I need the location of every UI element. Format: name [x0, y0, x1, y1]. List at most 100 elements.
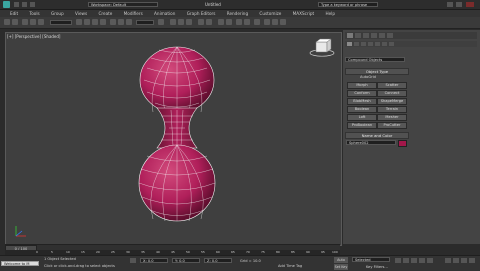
boolean-button[interactable]: Boolean	[347, 106, 377, 113]
procutter-button[interactable]: ProCutter	[377, 122, 407, 129]
menu-rendering[interactable]: Rendering	[227, 11, 248, 16]
open-file-icon[interactable]	[22, 2, 27, 7]
window-crossing-icon[interactable]	[100, 19, 106, 25]
play-icon[interactable]	[411, 258, 417, 263]
viewport-scene[interactable]	[5, 32, 340, 244]
layer-manager-icon[interactable]	[218, 19, 224, 25]
select-object-icon[interactable]	[76, 19, 82, 25]
menu-graph-editors[interactable]: Graph Editors	[187, 11, 216, 16]
menu-animation[interactable]: Animation	[154, 11, 175, 16]
workspace-select[interactable]: Workspace: Default	[88, 2, 158, 7]
bind-space-warp-icon[interactable]	[38, 19, 44, 25]
pivot-icon[interactable]	[158, 19, 164, 25]
redo-icon[interactable]	[12, 19, 18, 25]
rectangle-selection-icon[interactable]	[92, 19, 98, 25]
morph-button[interactable]: Morph	[347, 82, 377, 89]
neck-connector[interactable]	[156, 107, 198, 149]
autogrid-checkbox[interactable]: AutoGrid	[360, 75, 376, 79]
menu-create[interactable]: Create	[98, 11, 112, 16]
previous-frame-icon[interactable]	[403, 258, 409, 263]
selection-set-dropdown[interactable]: Selected	[352, 257, 390, 262]
key-filters-button[interactable]: Key Filters...	[366, 265, 388, 269]
new-file-icon[interactable]	[14, 2, 19, 7]
percent-snap-icon[interactable]	[186, 19, 192, 25]
menu-group[interactable]: Group	[51, 11, 64, 16]
hierarchy-tab-icon[interactable]	[363, 33, 369, 38]
maximize-icon[interactable]	[456, 2, 462, 7]
y-coordinate-field[interactable]: Y: 0.0	[172, 258, 200, 263]
object-color-swatch[interactable]	[398, 140, 407, 147]
menu-customize[interactable]: Customize	[259, 11, 281, 16]
connect-button[interactable]: Connect	[377, 90, 407, 97]
align-icon[interactable]	[206, 19, 212, 25]
viewcube-icon[interactable]	[309, 38, 335, 57]
menu-modifiers[interactable]: Modifiers	[124, 11, 143, 16]
scatter-button[interactable]: Scatter	[377, 82, 407, 89]
selection-filter[interactable]	[50, 20, 72, 25]
cameras-icon[interactable]	[368, 42, 373, 46]
bottom-sphere[interactable]	[138, 144, 216, 222]
graphite-ribbon-icon[interactable]	[226, 19, 232, 25]
helpers-icon[interactable]	[375, 42, 380, 46]
search-input[interactable]: Type a keyword or phrase	[318, 2, 378, 7]
lights-icon[interactable]	[361, 42, 366, 46]
blobmesh-button[interactable]: BlobMesh	[347, 98, 377, 105]
menu-maxscript[interactable]: MAXScript	[293, 11, 315, 16]
systems-icon[interactable]	[389, 42, 394, 46]
unlink-icon[interactable]	[30, 19, 36, 25]
scale-icon[interactable]	[126, 19, 132, 25]
app-logo-icon[interactable]	[3, 1, 10, 8]
snaps-toggle-icon[interactable]	[170, 19, 176, 25]
auto-key-button[interactable]: Auto Key	[334, 257, 348, 268]
go-to-start-icon[interactable]	[395, 258, 401, 263]
modify-tab-icon[interactable]	[355, 33, 361, 38]
zoom-all-icon[interactable]	[453, 258, 459, 263]
menu-edit[interactable]: Edit	[10, 11, 18, 16]
x-coordinate-field[interactable]: X: 0.0	[140, 258, 168, 263]
lock-selection-icon[interactable]	[130, 258, 136, 263]
conform-button[interactable]: Conform	[347, 90, 377, 97]
undo-icon[interactable]	[4, 19, 10, 25]
schematic-view-icon[interactable]	[244, 19, 250, 25]
z-coordinate-field[interactable]: Z: 0.0	[204, 258, 232, 263]
link-icon[interactable]	[22, 19, 28, 25]
object-name-field[interactable]: Sphere002	[346, 140, 396, 145]
angle-snap-icon[interactable]	[178, 19, 184, 25]
mirror-icon[interactable]	[198, 19, 204, 25]
curve-editor-icon[interactable]	[236, 19, 242, 25]
proboolean-button[interactable]: ProBoolean	[347, 122, 377, 129]
add-time-tag-button[interactable]: Add Time Tag	[278, 264, 302, 268]
set-key-button[interactable]: Set Key	[334, 264, 348, 270]
minimize-icon[interactable]	[447, 2, 453, 7]
space-warps-icon[interactable]	[382, 42, 387, 46]
zoom-icon[interactable]	[445, 258, 451, 263]
name-color-rollout-header[interactable]: Name and Color	[345, 132, 409, 139]
top-sphere[interactable]	[139, 46, 215, 114]
menu-views[interactable]: Views	[75, 11, 87, 16]
object-category-dropdown[interactable]: Compound Objects	[345, 57, 405, 62]
render-icon[interactable]	[280, 19, 286, 25]
go-to-end-icon[interactable]	[427, 258, 433, 263]
pan-icon[interactable]	[461, 258, 467, 263]
utilities-tab-icon[interactable]	[387, 33, 393, 38]
render-frame-icon[interactable]	[272, 19, 278, 25]
loft-button[interactable]: Loft	[347, 114, 377, 121]
geometry-icon[interactable]	[347, 42, 352, 46]
maxscript-listener[interactable]: Welcome to M	[1, 261, 39, 266]
motion-tab-icon[interactable]	[371, 33, 377, 38]
move-icon[interactable]	[110, 19, 116, 25]
menu-help[interactable]: Help	[325, 11, 335, 16]
orbit-icon[interactable]	[469, 258, 475, 263]
create-tab-icon[interactable]	[347, 33, 353, 38]
display-tab-icon[interactable]	[379, 33, 385, 38]
object-type-rollout-header[interactable]: Object Type	[345, 68, 409, 75]
shapes-icon[interactable]	[354, 42, 359, 46]
shapemerge-button[interactable]: ShapeMerge	[377, 98, 407, 105]
reference-coordinate-system[interactable]	[136, 20, 154, 25]
close-icon[interactable]	[466, 2, 474, 7]
material-editor-icon[interactable]	[254, 19, 260, 25]
menu-tools[interactable]: Tools	[29, 11, 39, 16]
save-file-icon[interactable]	[30, 2, 35, 7]
terrain-button[interactable]: Terrain	[377, 106, 407, 113]
rotate-icon[interactable]	[118, 19, 124, 25]
